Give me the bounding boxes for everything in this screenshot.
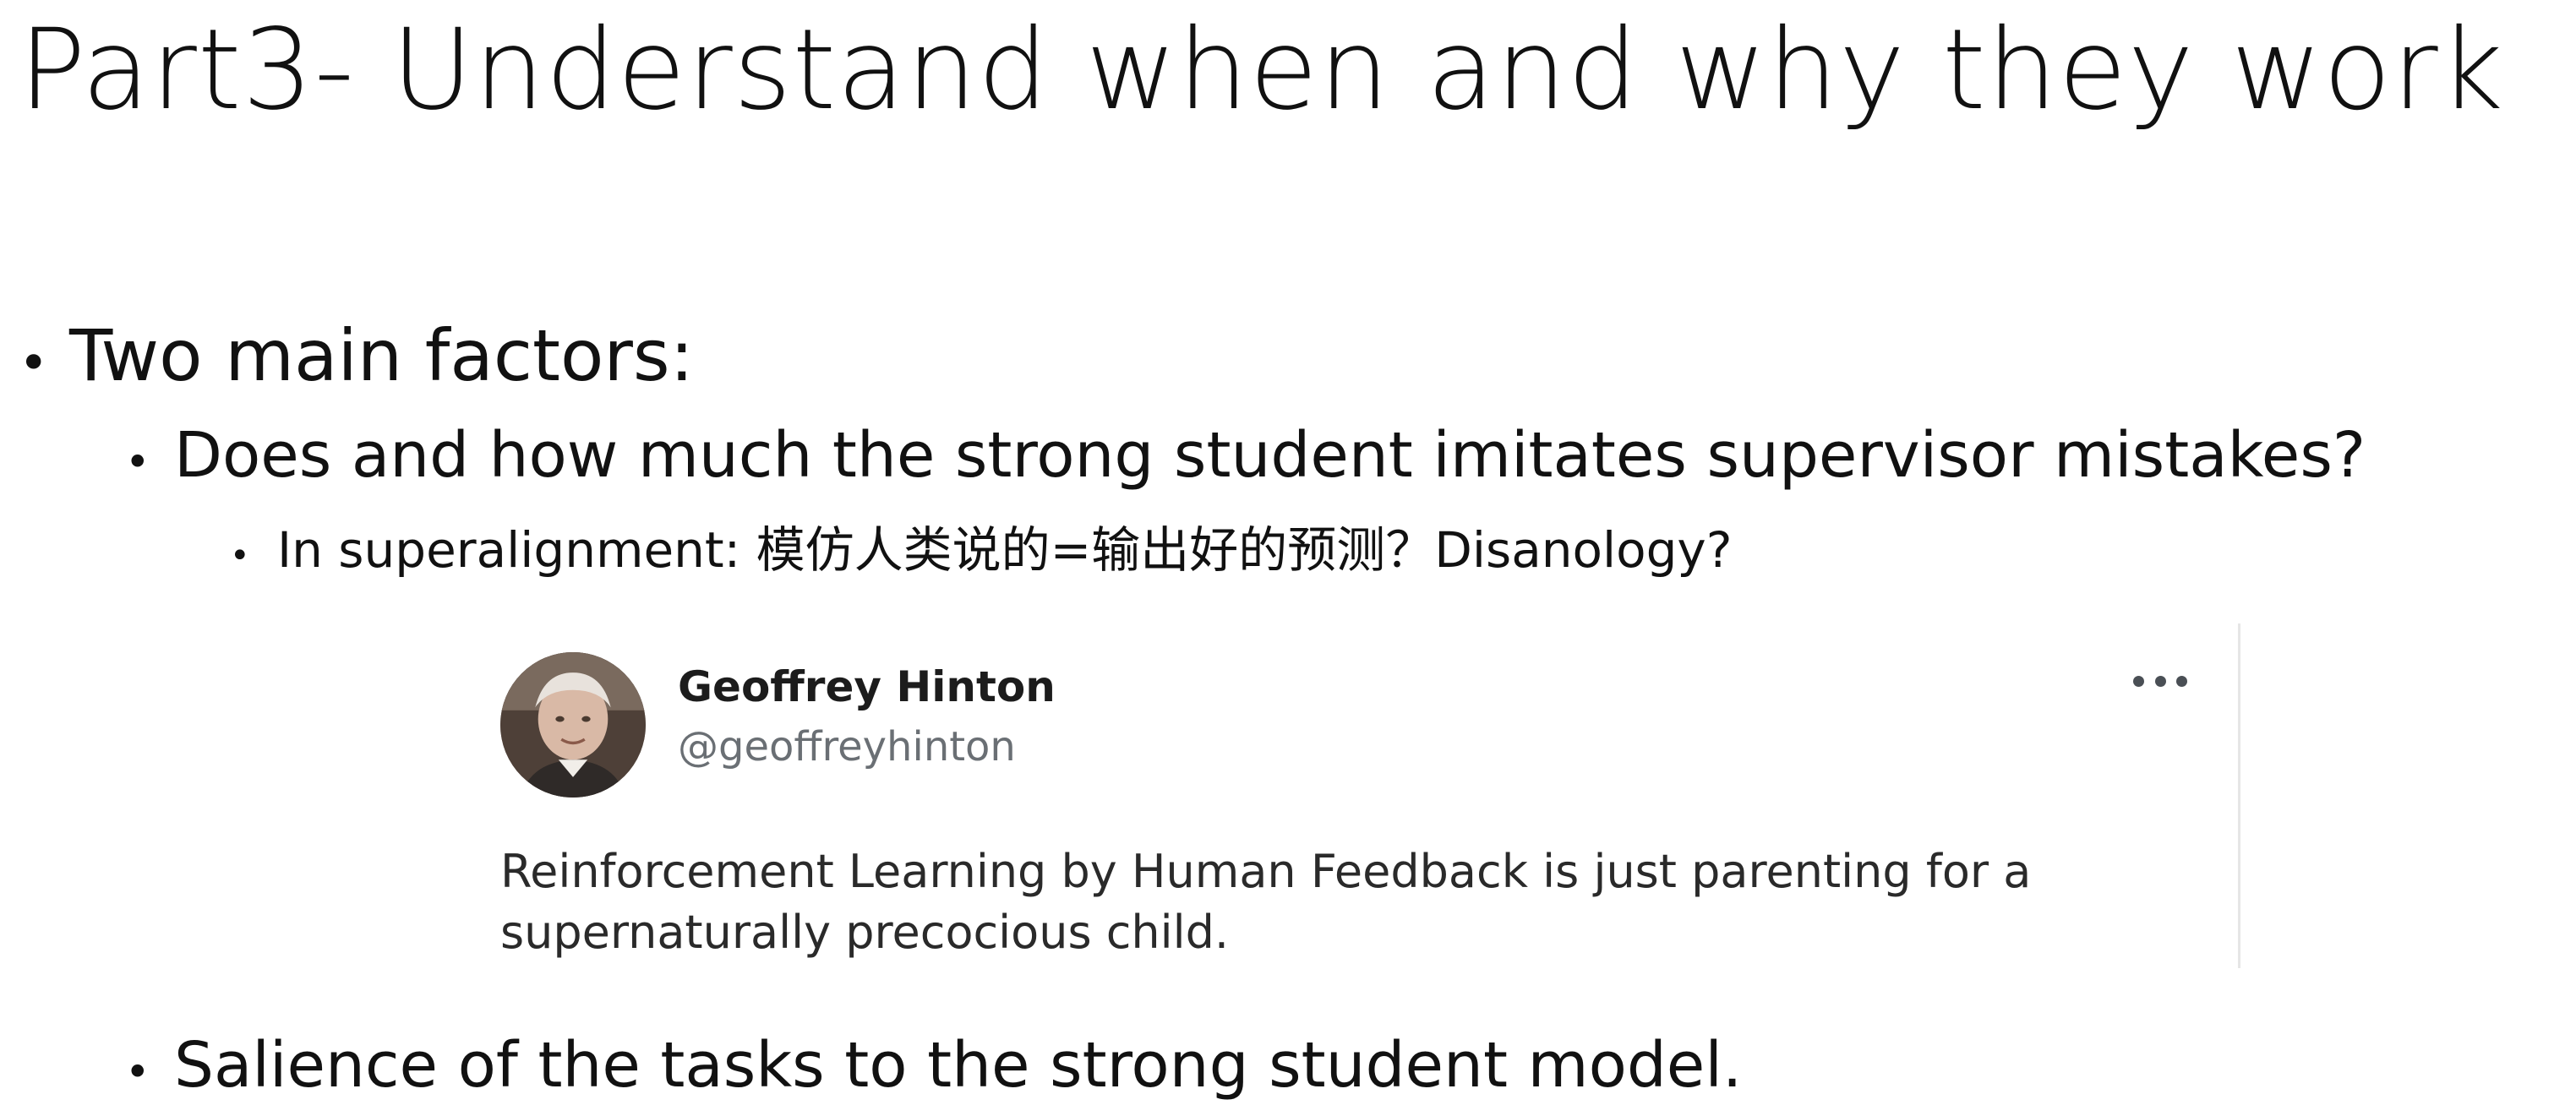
bullet-two-main-factors: • Two main factors: bbox=[19, 314, 694, 397]
tweet-author-handle[interactable]: @geoffreyhinton bbox=[678, 723, 1016, 770]
bullet-imitates-mistakes: • Does and how much the strong student i… bbox=[125, 419, 2366, 492]
tweet-text: Reinforcement Learning by Human Feedback… bbox=[500, 845, 2032, 959]
person-avatar-icon[interactable] bbox=[500, 652, 646, 798]
bullet-dot: • bbox=[230, 536, 250, 575]
bullet-text: Two main factors: bbox=[69, 314, 694, 397]
bullet-text: Salience of the tasks to the strong stud… bbox=[174, 1029, 1743, 1102]
more-options-icon[interactable] bbox=[2133, 671, 2187, 691]
bullet-text: In superalignment: 模仿人类说的=输出好的预测？Disanol… bbox=[277, 521, 1733, 579]
more-dot bbox=[2133, 675, 2144, 687]
bullet-dot: • bbox=[125, 438, 150, 487]
bullet-superalignment: • In superalignment: 模仿人类说的=输出好的预测？Disan… bbox=[230, 510, 1733, 581]
tweet-author-name[interactable]: Geoffrey Hinton bbox=[678, 662, 1056, 711]
slide-title: Part3- Understand when and why they work bbox=[19, 5, 2505, 135]
bullet-dot: • bbox=[19, 334, 49, 393]
tweet-card: Geoffrey Hinton @geoffreyhinton Reinforc… bbox=[490, 623, 2240, 968]
bullet-dot: • bbox=[125, 1048, 150, 1097]
more-dot bbox=[2154, 675, 2166, 687]
bullet-salience: • Salience of the tasks to the strong st… bbox=[125, 1029, 1742, 1102]
bullet-text: Does and how much the strong student imi… bbox=[174, 419, 2366, 492]
more-dot bbox=[2176, 675, 2187, 687]
